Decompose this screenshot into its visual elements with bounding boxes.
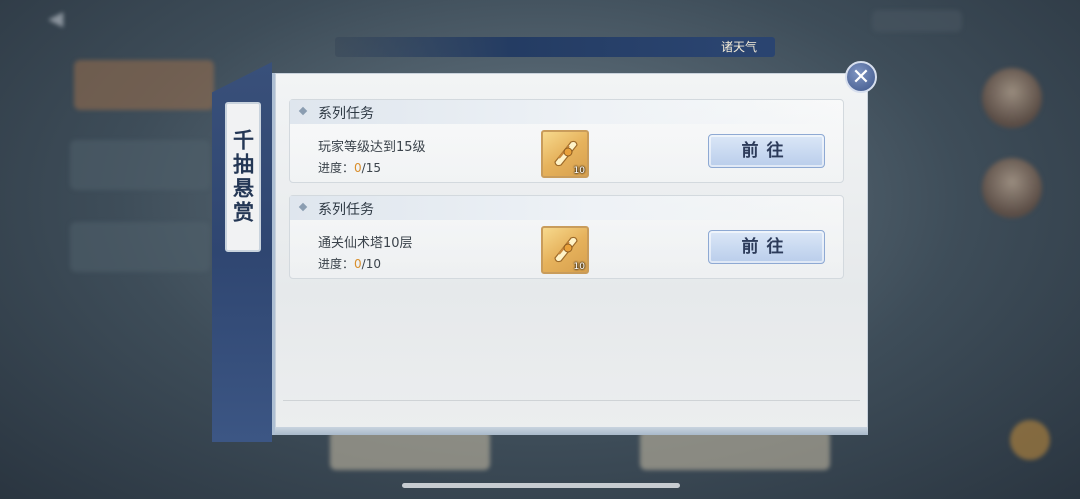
bg-bottom-button-1 [330,430,490,470]
reward-item[interactable]: 10 [541,130,589,178]
scroll-item-icon [554,236,578,263]
reward-item[interactable]: 10 [541,226,589,274]
reward-count: 10 [573,262,585,272]
progress-current: 0 [354,161,362,175]
panel-title: 千抽悬赏 [230,129,256,225]
task-type: 系列任务 [318,106,374,122]
panel-title-plate: 千抽悬赏 [225,102,261,252]
task-type: 系列任务 [318,202,374,218]
task-description: 通关仙术塔10层 [318,236,413,251]
back-arrow-icon: ◀ [48,6,64,30]
reward-count: 10 [573,166,585,176]
top-bar-title: 诸天气 [720,40,757,54]
task-progress: 进度：0/15 [318,159,381,176]
progress-total: /15 [361,161,381,175]
bg-currency [872,10,962,32]
close-button[interactable]: ✕ [845,61,877,93]
bg-portrait-1 [982,68,1042,128]
progress-label: 进度： [318,161,355,175]
home-indicator[interactable] [402,483,680,488]
progress-total: /10 [361,257,381,271]
bg-tab-3 [70,222,210,272]
task-card: 系列任务 通关仙术塔10层 进度：0/10 10 前往 [289,195,844,279]
bg-coin-icon [1010,420,1050,460]
top-title-bar: 诸天气 [335,37,775,57]
bg-tab-1 [74,60,214,110]
task-progress: 进度：0/10 [318,255,381,272]
dialog-bottom-edge [275,427,868,435]
task-description: 玩家等级达到15级 [318,140,426,155]
close-icon: ✕ [851,65,871,90]
progress-current: 0 [354,257,362,271]
scroll-item-icon [554,140,578,167]
go-button[interactable]: 前往 [708,134,825,168]
task-card: 系列任务 玩家等级达到15级 进度：0/15 10 前往 [289,99,844,183]
bg-bottom-button-2 [640,430,830,470]
bg-tab-2 [70,140,210,190]
bg-portrait-2 [982,158,1042,218]
go-button[interactable]: 前往 [708,230,825,264]
progress-label: 进度： [318,257,355,271]
